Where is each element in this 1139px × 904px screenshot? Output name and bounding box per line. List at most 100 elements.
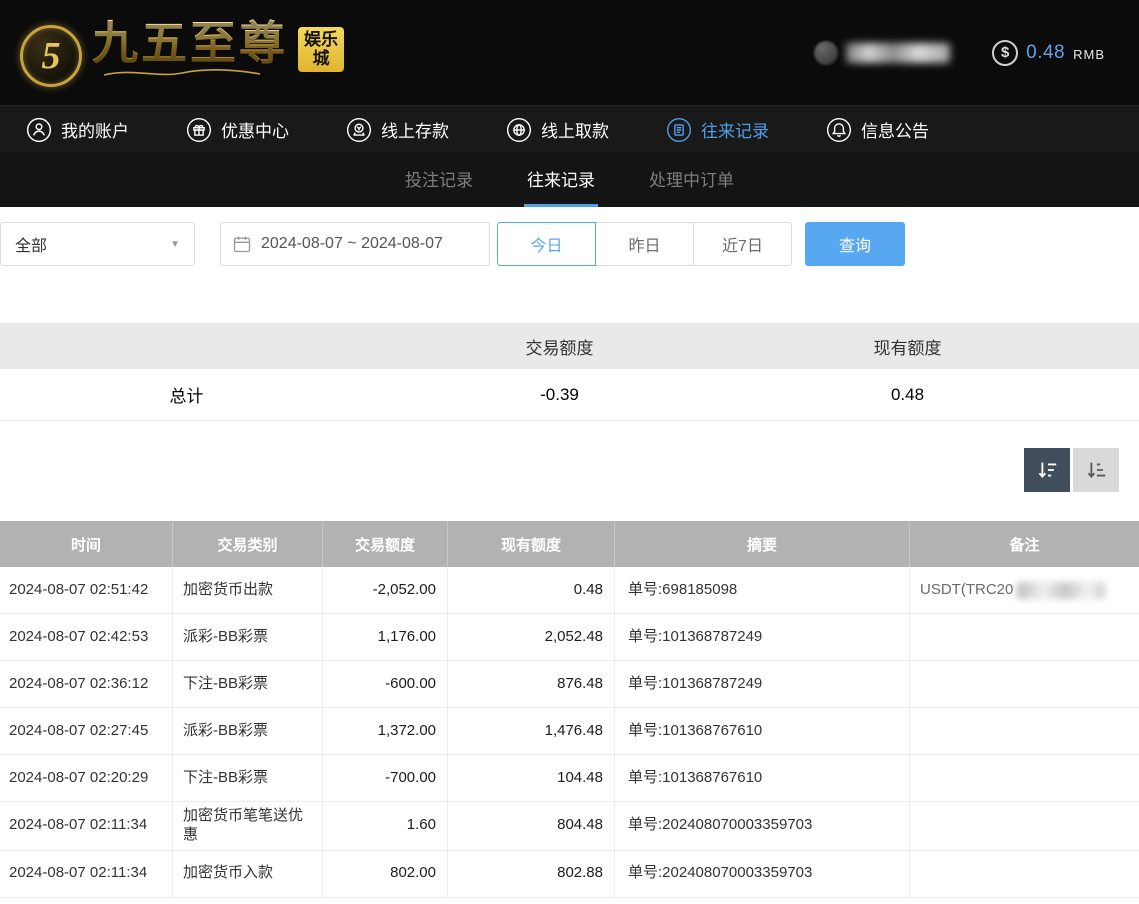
- withdraw-globe-icon: [506, 117, 532, 143]
- cell-amount: 1,176.00: [323, 614, 448, 660]
- page: 5 九五至尊 娱乐城 $ 0.48 RMB: [0, 0, 1139, 904]
- cell-category: 下注-BB彩票: [173, 661, 323, 707]
- col-header-note: 备注: [910, 521, 1139, 567]
- table-row: 2024-08-07 02:11:34 加密货币笔笔送优惠 1.60 804.4…: [0, 802, 1139, 851]
- bell-icon: [826, 117, 852, 143]
- tab-transaction-records[interactable]: 往来记录: [524, 153, 598, 207]
- cell-summary: 单号:101368787249: [615, 661, 910, 707]
- type-select[interactable]: 全部 ▼: [0, 222, 195, 266]
- cell-time: 2024-08-07 02:42:53: [0, 614, 173, 660]
- cell-summary: 单号:101368767610: [615, 708, 910, 754]
- sort-descending-icon: [1035, 458, 1059, 482]
- summary-header-row: 交易额度 现有额度: [0, 323, 1139, 369]
- summary-total-row: 总计 -0.39 0.48: [0, 369, 1139, 421]
- cell-note: [910, 614, 1139, 660]
- table-row: 2024-08-07 02:36:12 下注-BB彩票 -600.00 876.…: [0, 661, 1139, 708]
- summary-table: 交易额度 现有额度 总计 -0.39 0.48: [0, 323, 1139, 421]
- main-nav: 我的账户 优惠中心 线上存款 线上取款 往来记录: [0, 105, 1139, 153]
- brand-subtitle: 娱乐城: [298, 27, 344, 72]
- cell-summary: 单号:101368787249: [615, 614, 910, 660]
- chevron-down-icon: ▼: [170, 239, 180, 250]
- username-masked: [814, 41, 950, 65]
- cell-summary: 单号:101368767610: [615, 755, 910, 801]
- top-header: 5 九五至尊 娱乐城 $ 0.48 RMB: [0, 0, 1139, 105]
- cell-balance: 2,052.48: [448, 614, 615, 660]
- today-button[interactable]: 今日: [497, 222, 596, 266]
- balance-amount: 0.48: [1026, 42, 1065, 64]
- cell-note: [910, 755, 1139, 801]
- cell-summary: 单号:202408070003359703: [615, 802, 910, 850]
- table-row: 2024-08-07 02:11:34 加密货币入款 802.00 802.88…: [0, 851, 1139, 898]
- col-header-summary: 摘要: [615, 521, 910, 567]
- cell-amount: 1.60: [323, 802, 448, 850]
- balance-display: $ 0.48 RMB: [992, 40, 1105, 66]
- search-button[interactable]: 查询: [805, 222, 905, 266]
- nav-item-announcements[interactable]: 信息公告: [826, 117, 929, 143]
- tab-bet-records[interactable]: 投注记录: [402, 153, 476, 207]
- nav-item-promotions[interactable]: 优惠中心: [186, 117, 289, 143]
- table-row: 2024-08-07 02:27:45 派彩-BB彩票 1,372.00 1,4…: [0, 708, 1139, 755]
- col-header-amount: 交易额度: [323, 521, 448, 567]
- filter-bar: 全部 ▼ 2024-08-07 ~ 2024-08-07 今日 昨日 近7日 查…: [0, 221, 1139, 267]
- cell-amount: -700.00: [323, 755, 448, 801]
- cell-amount: 1,372.00: [323, 708, 448, 754]
- note-text: USDT(TRC20: [920, 581, 1013, 600]
- col-header-time: 时间: [0, 521, 173, 567]
- col-header-category: 交易类别: [173, 521, 323, 567]
- table-row: 2024-08-07 02:42:53 派彩-BB彩票 1,176.00 2,0…: [0, 614, 1139, 661]
- cell-balance: 804.48: [448, 802, 615, 850]
- sort-ascending-button[interactable]: [1073, 448, 1119, 492]
- cell-time: 2024-08-07 02:36:12: [0, 661, 173, 707]
- cell-time: 2024-08-07 02:11:34: [0, 851, 173, 897]
- brand-emblem-icon: 5: [20, 25, 82, 87]
- sort-ascending-icon: [1084, 458, 1108, 482]
- nav-label: 我的账户: [61, 117, 129, 142]
- date-range-input[interactable]: 2024-08-07 ~ 2024-08-07: [220, 222, 490, 266]
- cell-time: 2024-08-07 02:51:42: [0, 567, 173, 613]
- summary-header-balance: 现有额度: [746, 334, 1139, 359]
- cell-balance: 104.48: [448, 755, 615, 801]
- calendar-icon: [232, 234, 252, 254]
- nav-label: 往来记录: [701, 117, 769, 142]
- records-table: 时间 交易类别 交易额度 现有额度 摘要 备注 2024-08-07 02:51…: [0, 521, 1139, 898]
- brand-logo[interactable]: 5 九五至尊 娱乐城: [20, 19, 344, 87]
- cell-category: 派彩-BB彩票: [173, 614, 323, 660]
- sort-toolbar: [0, 448, 1119, 492]
- summary-total-balance: 0.48: [746, 385, 1139, 405]
- cell-category: 加密货币入款: [173, 851, 323, 897]
- sort-descending-button[interactable]: [1024, 448, 1070, 492]
- cell-note: [910, 661, 1139, 707]
- cell-category: 派彩-BB彩票: [173, 708, 323, 754]
- cell-note: USDT(TRC20: [910, 567, 1139, 613]
- summary-header-trade: 交易额度: [373, 334, 746, 359]
- brand-flourish-icon: [102, 67, 262, 79]
- cell-note: [910, 851, 1139, 897]
- col-header-balance: 现有额度: [448, 521, 615, 567]
- cell-time: 2024-08-07 02:11:34: [0, 802, 173, 850]
- nav-item-transactions[interactable]: 往来记录: [666, 117, 769, 143]
- tab-pending-orders[interactable]: 处理中订单: [646, 153, 737, 207]
- user-icon: [26, 117, 52, 143]
- last7days-button[interactable]: 近7日: [693, 222, 792, 266]
- nav-label: 线上取款: [541, 117, 609, 142]
- nav-item-my-account[interactable]: 我的账户: [26, 117, 129, 143]
- cell-balance: 0.48: [448, 567, 615, 613]
- quick-range-group: 今日 昨日 近7日: [497, 222, 792, 266]
- records-header-row: 时间 交易类别 交易额度 现有额度 摘要 备注: [0, 521, 1139, 567]
- nav-item-withdraw[interactable]: 线上取款: [506, 117, 609, 143]
- yesterday-button[interactable]: 昨日: [595, 222, 694, 266]
- avatar: [814, 41, 838, 65]
- deposit-coin-icon: [346, 117, 372, 143]
- type-select-value: 全部: [15, 232, 47, 256]
- summary-total-label: 总计: [0, 382, 373, 407]
- gift-icon: [186, 117, 212, 143]
- cell-amount: -600.00: [323, 661, 448, 707]
- cell-amount: -2,052.00: [323, 567, 448, 613]
- records-icon: [666, 117, 692, 143]
- nav-item-deposit[interactable]: 线上存款: [346, 117, 449, 143]
- brand-title: 九五至尊: [92, 19, 288, 70]
- cell-summary: 单号:698185098: [615, 567, 910, 613]
- cell-time: 2024-08-07 02:20:29: [0, 755, 173, 801]
- cell-balance: 1,476.48: [448, 708, 615, 754]
- sub-nav: 投注记录 往来记录 处理中订单: [0, 153, 1139, 207]
